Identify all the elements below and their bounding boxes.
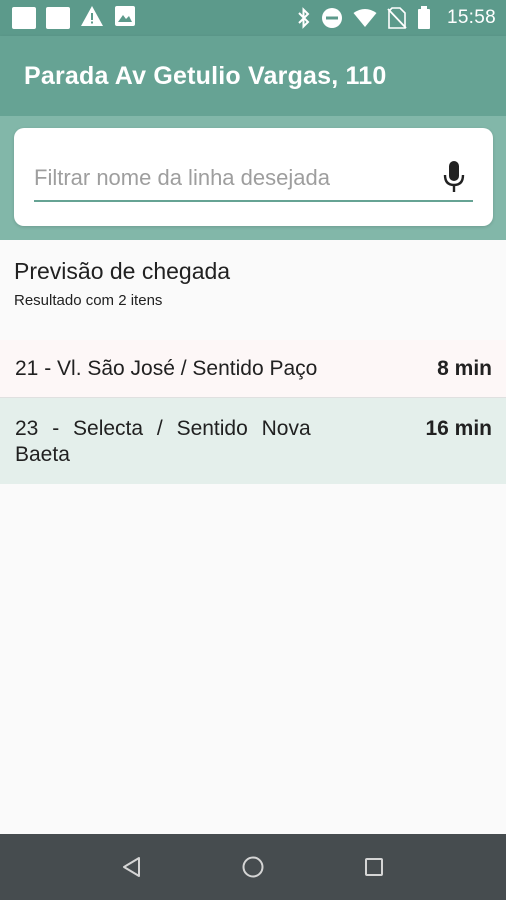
back-icon[interactable] — [112, 847, 152, 887]
page-title: Parada Av Getulio Vargas, 110 — [24, 61, 387, 90]
home-icon[interactable] — [233, 847, 273, 887]
notification-square-icon — [12, 7, 36, 29]
recents-icon[interactable] — [354, 847, 394, 887]
status-notifications — [12, 5, 136, 32]
status-clock: 15:58 — [446, 7, 496, 28]
search-card — [14, 128, 493, 226]
list-item[interactable]: 23 - Selecta / Sentido Nova Baeta 16 min — [0, 398, 506, 484]
search-band — [0, 116, 506, 240]
do-not-disturb-icon — [321, 7, 343, 29]
no-sim-icon — [387, 7, 407, 29]
arrival-time: 8 min — [437, 356, 492, 380]
wifi-icon — [353, 8, 377, 28]
battery-icon — [417, 6, 431, 30]
app-bar: Parada Av Getulio Vargas, 110 — [0, 36, 506, 116]
line-name: 23 - Selecta / Sentido Nova Baeta — [15, 417, 311, 466]
arrival-time: 16 min — [425, 417, 492, 440]
image-icon — [114, 5, 136, 32]
search-underline — [34, 200, 473, 202]
notification-square-icon — [46, 7, 70, 29]
results-title: Previsão de chegada — [14, 258, 231, 284]
list-item[interactable]: 21 - Vl. São José / Sentido Paço 8 min — [0, 340, 506, 397]
results-count: Resultado com 2 itens — [14, 292, 163, 309]
bluetooth-icon — [297, 7, 311, 29]
mic-icon[interactable] — [441, 160, 467, 196]
search-input[interactable] — [34, 162, 434, 194]
status-bar: 15:58 — [0, 0, 506, 36]
line-name: 21 - Vl. São José / Sentido Paço — [15, 356, 318, 380]
status-system: 15:58 — [297, 6, 496, 30]
system-nav-bar — [0, 834, 506, 900]
warning-icon — [80, 5, 104, 32]
